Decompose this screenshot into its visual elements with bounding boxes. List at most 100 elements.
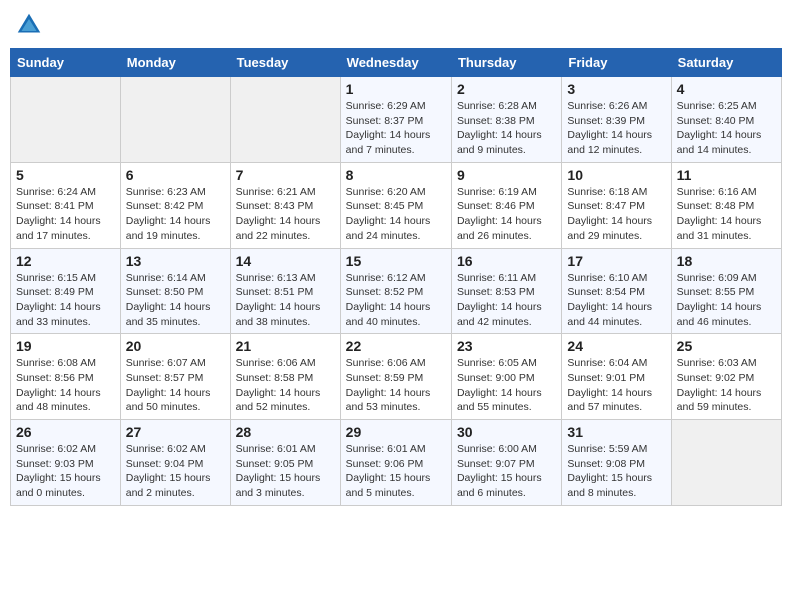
day-number: 24 <box>567 338 665 354</box>
day-info: Sunrise: 6:19 AMSunset: 8:46 PMDaylight:… <box>457 185 556 244</box>
logo <box>14 10 48 40</box>
week-row-2: 5 Sunrise: 6:24 AMSunset: 8:41 PMDaylight… <box>11 162 782 248</box>
day-info: Sunrise: 6:14 AMSunset: 8:50 PMDaylight:… <box>126 271 225 330</box>
calendar-cell <box>11 77 121 163</box>
day-number: 10 <box>567 167 665 183</box>
page-header <box>10 10 782 40</box>
calendar-cell: 1 Sunrise: 6:29 AMSunset: 8:37 PMDaylight… <box>340 77 451 163</box>
day-number: 28 <box>236 424 335 440</box>
calendar-body: 1 Sunrise: 6:29 AMSunset: 8:37 PMDaylight… <box>11 77 782 506</box>
day-info: Sunrise: 6:01 AMSunset: 9:06 PMDaylight:… <box>346 442 446 501</box>
day-number: 18 <box>677 253 776 269</box>
day-number: 6 <box>126 167 225 183</box>
week-row-5: 26 Sunrise: 6:02 AMSunset: 9:03 PMDayligh… <box>11 420 782 506</box>
logo-icon <box>14 10 44 40</box>
day-info: Sunrise: 6:02 AMSunset: 9:03 PMDaylight:… <box>16 442 115 501</box>
calendar-cell: 18 Sunrise: 6:09 AMSunset: 8:55 PMDayligh… <box>671 248 781 334</box>
day-info: Sunrise: 6:01 AMSunset: 9:05 PMDaylight:… <box>236 442 335 501</box>
week-row-4: 19 Sunrise: 6:08 AMSunset: 8:56 PMDayligh… <box>11 334 782 420</box>
weekday-header-thursday: Thursday <box>451 49 561 77</box>
day-number: 15 <box>346 253 446 269</box>
calendar-cell <box>671 420 781 506</box>
day-number: 14 <box>236 253 335 269</box>
day-info: Sunrise: 5:59 AMSunset: 9:08 PMDaylight:… <box>567 442 665 501</box>
day-info: Sunrise: 6:06 AMSunset: 8:58 PMDaylight:… <box>236 356 335 415</box>
day-info: Sunrise: 6:05 AMSunset: 9:00 PMDaylight:… <box>457 356 556 415</box>
calendar-cell: 4 Sunrise: 6:25 AMSunset: 8:40 PMDaylight… <box>671 77 781 163</box>
week-row-1: 1 Sunrise: 6:29 AMSunset: 8:37 PMDaylight… <box>11 77 782 163</box>
day-info: Sunrise: 6:02 AMSunset: 9:04 PMDaylight:… <box>126 442 225 501</box>
day-info: Sunrise: 6:10 AMSunset: 8:54 PMDaylight:… <box>567 271 665 330</box>
day-info: Sunrise: 6:09 AMSunset: 8:55 PMDaylight:… <box>677 271 776 330</box>
day-number: 4 <box>677 81 776 97</box>
calendar-header: SundayMondayTuesdayWednesdayThursdayFrid… <box>11 49 782 77</box>
day-number: 31 <box>567 424 665 440</box>
calendar-cell: 14Sunrise: 6:13 AMSunset: 8:51 PMDayligh… <box>230 248 340 334</box>
calendar-table: SundayMondayTuesdayWednesdayThursdayFrid… <box>10 48 782 506</box>
day-info: Sunrise: 6:06 AMSunset: 8:59 PMDaylight:… <box>346 356 446 415</box>
calendar-cell: 11 Sunrise: 6:16 AMSunset: 8:48 PMDayligh… <box>671 162 781 248</box>
calendar-cell: 23Sunrise: 6:05 AMSunset: 9:00 PMDayligh… <box>451 334 561 420</box>
weekday-header-sunday: Sunday <box>11 49 121 77</box>
day-number: 3 <box>567 81 665 97</box>
calendar-cell: 20Sunrise: 6:07 AMSunset: 8:57 PMDayligh… <box>120 334 230 420</box>
day-info: Sunrise: 6:04 AMSunset: 9:01 PMDaylight:… <box>567 356 665 415</box>
day-info: Sunrise: 6:20 AMSunset: 8:45 PMDaylight:… <box>346 185 446 244</box>
calendar-cell: 5 Sunrise: 6:24 AMSunset: 8:41 PMDaylight… <box>11 162 121 248</box>
day-number: 26 <box>16 424 115 440</box>
day-info: Sunrise: 6:12 AMSunset: 8:52 PMDaylight:… <box>346 271 446 330</box>
day-number: 27 <box>126 424 225 440</box>
day-number: 2 <box>457 81 556 97</box>
calendar-cell: 24 Sunrise: 6:04 AMSunset: 9:01 PMDayligh… <box>562 334 671 420</box>
day-number: 21 <box>236 338 335 354</box>
calendar-cell: 17 Sunrise: 6:10 AMSunset: 8:54 PMDayligh… <box>562 248 671 334</box>
day-number: 9 <box>457 167 556 183</box>
calendar-cell: 29Sunrise: 6:01 AMSunset: 9:06 PMDayligh… <box>340 420 451 506</box>
weekday-header-tuesday: Tuesday <box>230 49 340 77</box>
day-number: 7 <box>236 167 335 183</box>
calendar-cell: 13 Sunrise: 6:14 AMSunset: 8:50 PMDayligh… <box>120 248 230 334</box>
day-number: 13 <box>126 253 225 269</box>
calendar-cell: 15 Sunrise: 6:12 AMSunset: 8:52 PMDayligh… <box>340 248 451 334</box>
calendar-cell: 30Sunrise: 6:00 AMSunset: 9:07 PMDayligh… <box>451 420 561 506</box>
calendar-cell <box>230 77 340 163</box>
calendar-cell: 27 Sunrise: 6:02 AMSunset: 9:04 PMDayligh… <box>120 420 230 506</box>
calendar-cell: 16Sunrise: 6:11 AMSunset: 8:53 PMDayligh… <box>451 248 561 334</box>
day-info: Sunrise: 6:26 AMSunset: 8:39 PMDaylight:… <box>567 99 665 158</box>
day-info: Sunrise: 6:08 AMSunset: 8:56 PMDaylight:… <box>16 356 115 415</box>
weekday-header-monday: Monday <box>120 49 230 77</box>
calendar-cell: 26 Sunrise: 6:02 AMSunset: 9:03 PMDayligh… <box>11 420 121 506</box>
day-info: Sunrise: 6:15 AMSunset: 8:49 PMDaylight:… <box>16 271 115 330</box>
day-info: Sunrise: 6:25 AMSunset: 8:40 PMDaylight:… <box>677 99 776 158</box>
day-info: Sunrise: 6:00 AMSunset: 9:07 PMDaylight:… <box>457 442 556 501</box>
day-number: 22 <box>346 338 446 354</box>
day-info: Sunrise: 6:03 AMSunset: 9:02 PMDaylight:… <box>677 356 776 415</box>
day-number: 17 <box>567 253 665 269</box>
calendar-cell: 10 Sunrise: 6:18 AMSunset: 8:47 PMDayligh… <box>562 162 671 248</box>
day-info: Sunrise: 6:23 AMSunset: 8:42 PMDaylight:… <box>126 185 225 244</box>
day-info: Sunrise: 6:18 AMSunset: 8:47 PMDaylight:… <box>567 185 665 244</box>
day-number: 8 <box>346 167 446 183</box>
day-info: Sunrise: 6:24 AMSunset: 8:41 PMDaylight:… <box>16 185 115 244</box>
day-number: 11 <box>677 167 776 183</box>
day-number: 5 <box>16 167 115 183</box>
day-number: 1 <box>346 81 446 97</box>
weekday-header-wednesday: Wednesday <box>340 49 451 77</box>
calendar-cell: 12 Sunrise: 6:15 AMSunset: 8:49 PMDayligh… <box>11 248 121 334</box>
day-number: 20 <box>126 338 225 354</box>
calendar-cell: 19 Sunrise: 6:08 AMSunset: 8:56 PMDayligh… <box>11 334 121 420</box>
day-info: Sunrise: 6:28 AMSunset: 8:38 PMDaylight:… <box>457 99 556 158</box>
calendar-cell: 9 Sunrise: 6:19 AMSunset: 8:46 PMDaylight… <box>451 162 561 248</box>
calendar-cell <box>120 77 230 163</box>
week-row-3: 12 Sunrise: 6:15 AMSunset: 8:49 PMDayligh… <box>11 248 782 334</box>
day-number: 12 <box>16 253 115 269</box>
day-info: Sunrise: 6:11 AMSunset: 8:53 PMDaylight:… <box>457 271 556 330</box>
calendar-cell: 25 Sunrise: 6:03 AMSunset: 9:02 PMDayligh… <box>671 334 781 420</box>
calendar-cell: 7Sunrise: 6:21 AMSunset: 8:43 PMDaylight… <box>230 162 340 248</box>
day-info: Sunrise: 6:29 AMSunset: 8:37 PMDaylight:… <box>346 99 446 158</box>
weekday-header-saturday: Saturday <box>671 49 781 77</box>
calendar-cell: 6 Sunrise: 6:23 AMSunset: 8:42 PMDaylight… <box>120 162 230 248</box>
day-number: 25 <box>677 338 776 354</box>
day-info: Sunrise: 6:16 AMSunset: 8:48 PMDaylight:… <box>677 185 776 244</box>
day-number: 19 <box>16 338 115 354</box>
